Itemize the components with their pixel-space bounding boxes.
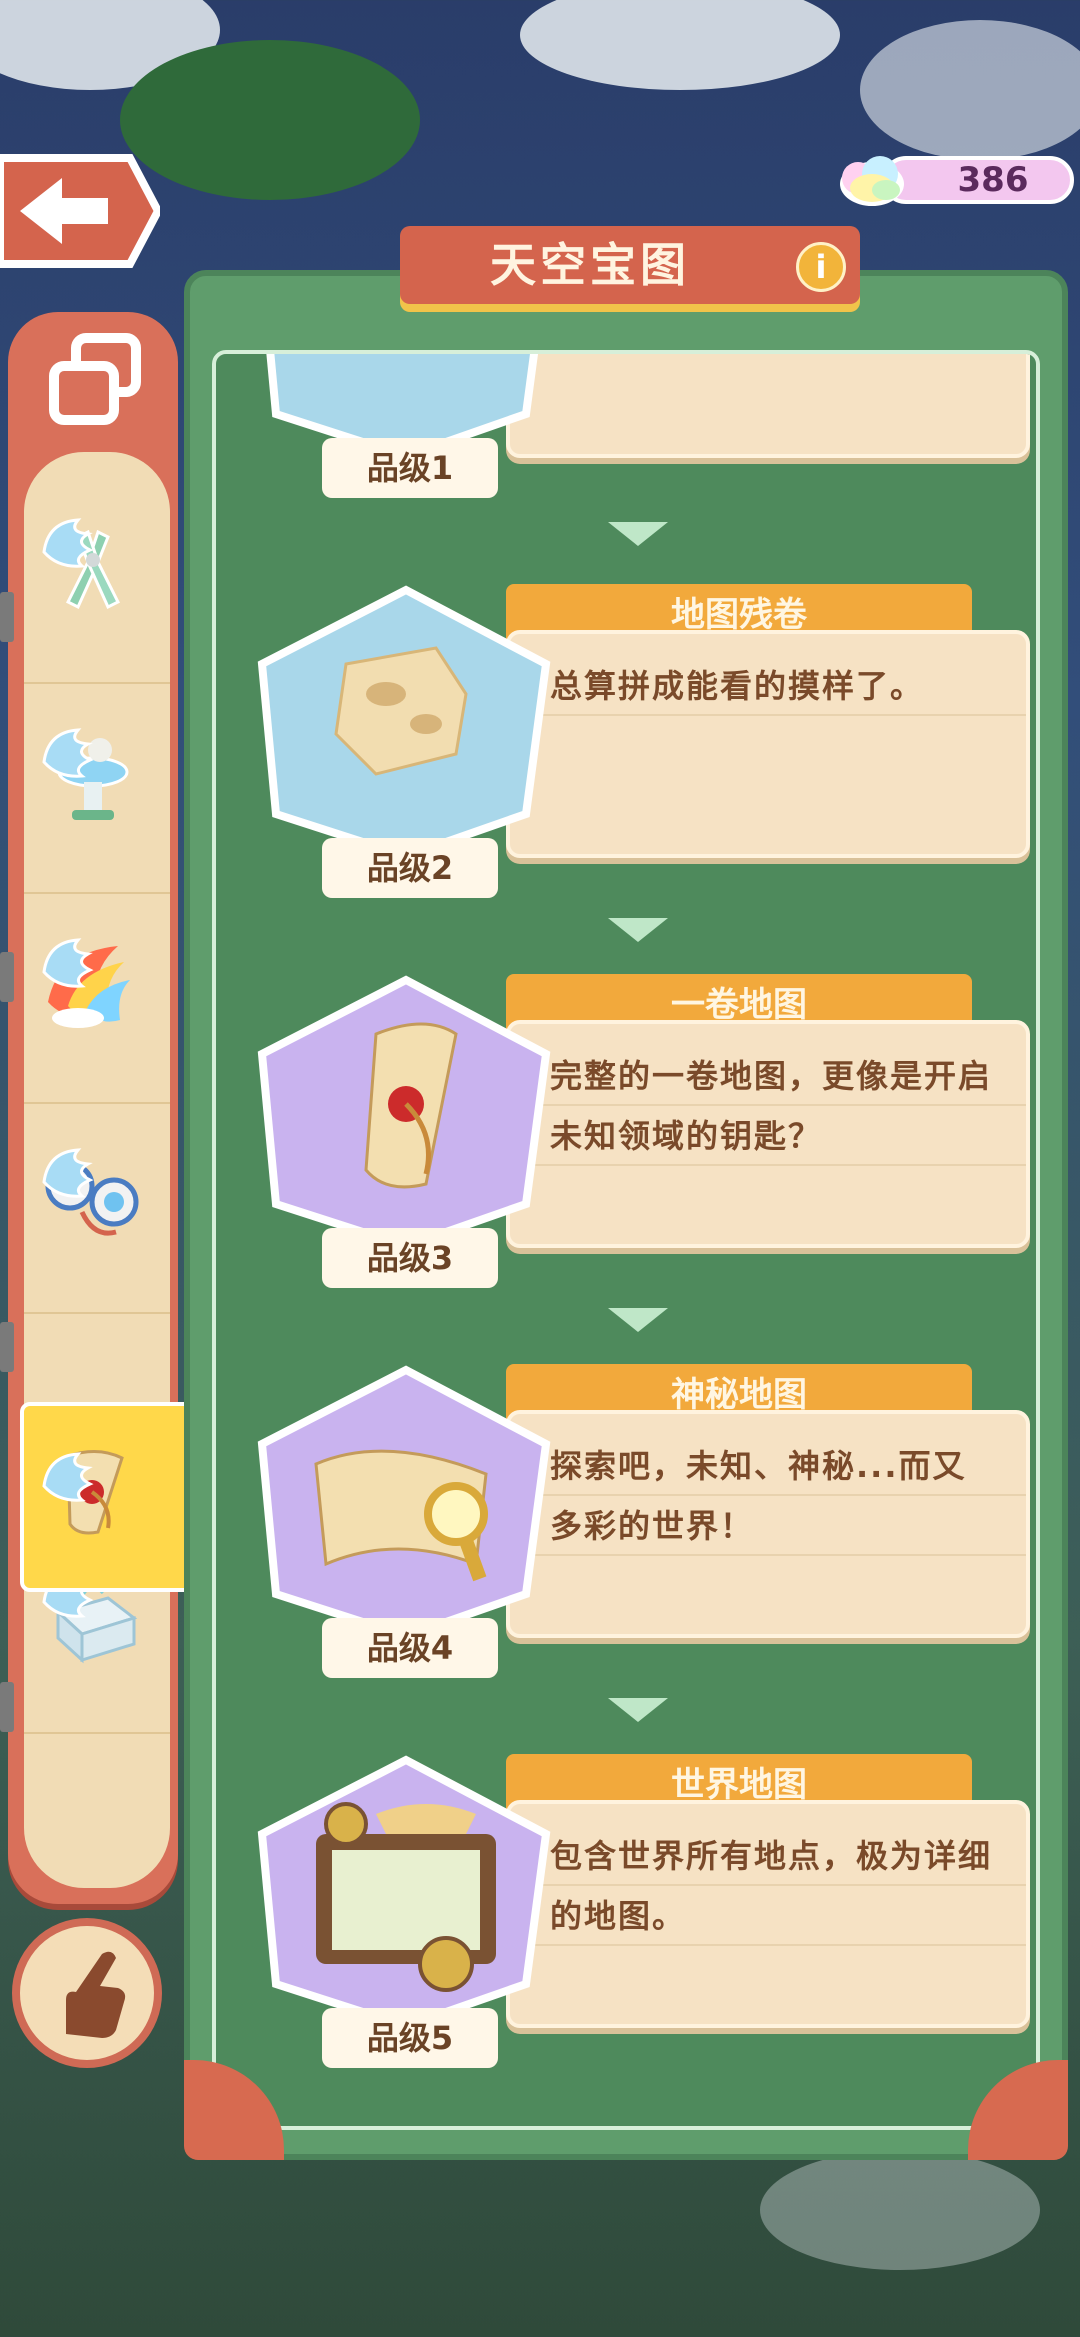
info-button[interactable]: i [796,242,846,292]
grade-label: 品级2 [322,838,498,898]
grade-label: 品级4 [322,1618,498,1678]
sidebar-item-rainbow[interactable] [24,892,170,1104]
grade-list[interactable]: 品级1 地图残卷 总算拼成能看的摸样了。 品级2 一卷地图 完整的一卷地图，更像… [212,350,1040,2130]
background-tree [120,40,420,200]
mysterious-map-icon [257,1365,551,1641]
page-title: 天空宝图 [490,238,690,292]
grade-desc-box: 包含世界所有地点，极为详细的地图。 [506,1800,1030,2028]
collection-icon[interactable] [48,332,142,426]
sidebar-item-pliers[interactable] [24,472,170,684]
currency-value: 386 [957,160,1029,200]
grade-label: 品级1 [322,438,498,498]
grade-card-1: 品级1 [256,354,1036,514]
back-arrow-icon [0,154,163,268]
map-fragment-icon [257,585,551,861]
scroll-map-icon [257,975,551,1251]
background-cloud [760,2150,1040,2270]
hinge [0,1682,14,1732]
wing-icon [42,1148,94,1198]
grade-desc-box: 探索吧，未知、神秘...而又多彩的世界！ [506,1410,1030,1638]
sidebar-list [24,452,170,1888]
grade-desc: 探索吧，未知、神秘...而又多彩的世界！ [510,1414,1026,1556]
grade-desc: 完整的一卷地图，更像是开启未知领域的钥匙？ [510,1024,1026,1166]
currency-display: 386 [836,150,1076,206]
grade-label: 品级3 [322,1228,498,1288]
world-map-icon [257,1755,551,2031]
grade-card-2: 地图残卷 总算拼成能看的摸样了。 品级2 [256,584,1036,914]
chevron-down-icon [608,1698,668,1722]
title-ribbon: 天空宝图 i [400,226,860,316]
grade-label: 品级5 [322,2008,498,2068]
rainbow-cloud-icon [840,156,904,206]
grade-desc: 总算拼成能看的摸样了。 [510,634,1026,716]
wing-icon [42,728,94,778]
hinge [0,1322,14,1372]
wing-icon [42,938,94,988]
background-cloud [860,20,1080,160]
category-sidebar [0,312,178,1904]
grade-card-3: 一卷地图 完整的一卷地图，更像是开启未知领域的钥匙？ 品级3 [256,974,1036,1304]
wing-icon [42,1452,94,1502]
hinge [0,952,14,1002]
grade-card-5: 世界地图 包含世界所有地点，极为详细的地图。 品级5 [256,1754,1036,2084]
grade-desc-box: 总算拼成能看的摸样了。 [506,630,1030,858]
sidebar-item-binoculars[interactable] [24,1102,170,1314]
hinge [0,592,14,642]
sidebar-item-fountain[interactable] [24,682,170,894]
chevron-down-icon [608,1308,668,1332]
chevron-down-icon [608,918,668,942]
back-button[interactable] [0,152,163,270]
hand-button[interactable] [12,1918,162,2068]
pointing-hand-icon [66,1951,126,2038]
info-icon: i [815,248,827,286]
background-cloud [520,0,840,90]
sidebar-item-map-scroll[interactable] [20,1402,200,1592]
grade-card-4: 神秘地图 探索吧，未知、神秘...而又多彩的世界！ 品级4 [256,1364,1036,1694]
grade-desc-box: 完整的一卷地图，更像是开启未知领域的钥匙？ [506,1020,1030,1248]
wing-icon [42,518,94,568]
grade-desc-box [506,354,1030,458]
sky-treasure-map-panel: 品级1 地图残卷 总算拼成能看的摸样了。 品级2 一卷地图 完整的一卷地图，更像… [184,270,1068,2160]
chevron-down-icon [608,522,668,546]
grade-desc: 包含世界所有地点，极为详细的地图。 [510,1804,1026,1946]
